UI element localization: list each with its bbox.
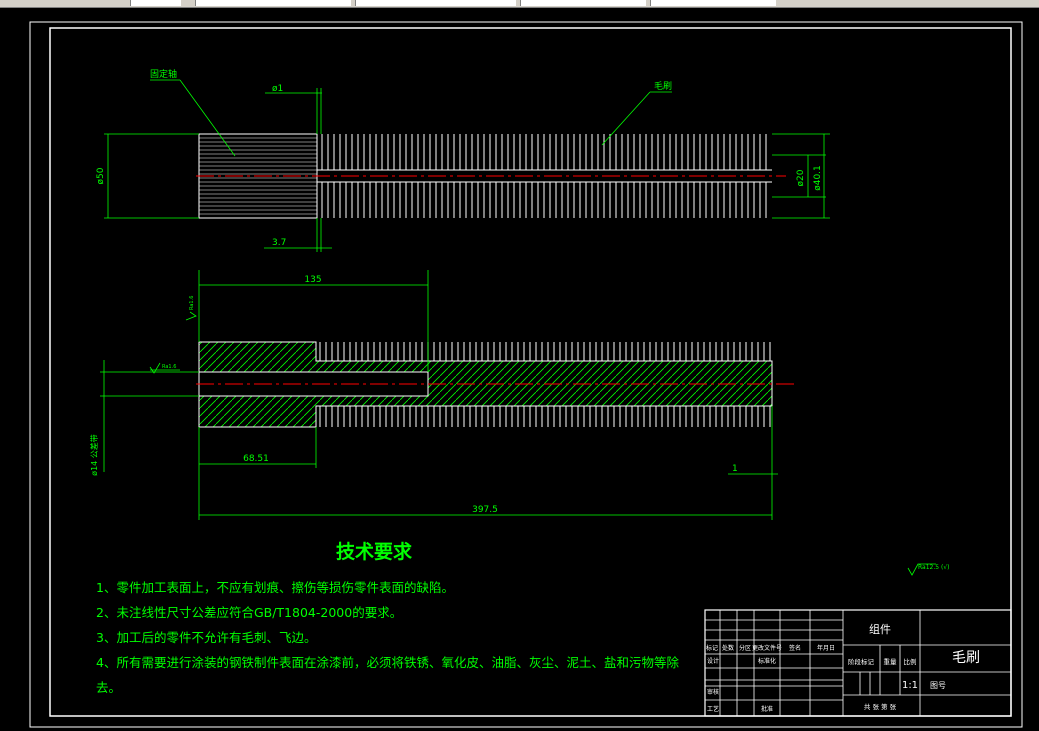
tech-req-item: 4、所有需要进行涂装的钢铁制件表面在涂漆前，必须将铁锈、氧化皮、油脂、灰尘、泥土… xyxy=(96,655,679,670)
toolbar-field[interactable] xyxy=(195,0,351,6)
tech-req-item: 2、未注线性尺寸公差应符合GB/T1804-2000的要求。 xyxy=(96,605,402,620)
tb-rev-header: 标记 xyxy=(706,644,718,652)
tb-scale: 1:1 xyxy=(902,680,918,691)
label-fixed-shaft: 固定轴 xyxy=(150,68,177,80)
tb-part-type: 组件 xyxy=(869,622,891,636)
tb-approve: 批准 xyxy=(761,705,773,713)
tb-scale-label: 比例 xyxy=(904,657,917,666)
roughness-2: Ra1.6 xyxy=(189,296,195,310)
dim-total: 397.5 xyxy=(472,505,498,515)
tb-rev-header: 更改文件号 xyxy=(752,644,782,652)
tb-process: 工艺 xyxy=(707,705,719,713)
drawing-canvas[interactable]: ø50 ø20 ø40.1 ø1 3.7 固定轴 毛刷 135 68.51 1 … xyxy=(0,7,1039,731)
toolbar-field[interactable] xyxy=(520,0,646,6)
tech-req-item: 去。 xyxy=(96,680,121,695)
toolbar-field[interactable] xyxy=(650,0,776,6)
top-view: ø50 ø20 ø40.1 ø1 3.7 固定轴 毛刷 xyxy=(96,68,830,252)
dim-3-7: 3.7 xyxy=(272,238,286,248)
dim-bore: ø14 公差带 xyxy=(89,434,99,476)
tb-check: 审核 xyxy=(707,688,719,696)
toolbar-field[interactable] xyxy=(355,0,516,6)
technical-requirements: 技术要求 1、零件加工表面上，不应有划痕、擦伤等损伤零件表面的缺陷。 2、未注线… xyxy=(96,540,679,695)
tb-rev-header: 年月日 xyxy=(817,644,835,652)
dim-d50: ø50 xyxy=(96,167,106,184)
dim-135: 135 xyxy=(304,275,321,285)
roughness-3: Ra12.5 (√) xyxy=(918,564,950,571)
dim-d40: ø40.1 xyxy=(813,165,823,191)
tb-drawing-no-label: 图号 xyxy=(930,681,946,690)
section-view: 135 68.51 1 397.5 ø14 公差带 Ra1.6 Ra1.6 Ra… xyxy=(89,270,950,576)
dim-68: 68.51 xyxy=(243,454,269,464)
dim-1: 1 xyxy=(732,464,738,474)
roughness-1: Ra1.6 xyxy=(162,364,176,370)
dim-d20: ø20 xyxy=(796,169,806,186)
tb-design: 设计 xyxy=(707,657,719,665)
tech-req-item: 3、加工后的零件不允许有毛刺、飞边。 xyxy=(96,630,316,645)
tech-req-title: 技术要求 xyxy=(336,540,413,563)
tb-weight-label: 重量 xyxy=(884,658,898,666)
tb-rev-header: 分区 xyxy=(739,644,751,652)
label-bristles: 毛刷 xyxy=(654,80,672,92)
tb-sheet: 共 张 第 张 xyxy=(864,702,897,711)
dim-d1: ø1 xyxy=(272,84,283,94)
tb-standard: 标准化 xyxy=(758,657,776,665)
tb-rev-header: 处数 xyxy=(722,644,734,652)
tb-rev-header: 签名 xyxy=(789,644,801,652)
tb-stage-label: 阶段标记 xyxy=(848,657,875,666)
tb-part-name: 毛刷 xyxy=(952,650,980,666)
tech-req-item: 1、零件加工表面上，不应有划痕、擦伤等损伤零件表面的缺陷。 xyxy=(96,580,454,595)
toolbar-field[interactable] xyxy=(130,0,181,6)
